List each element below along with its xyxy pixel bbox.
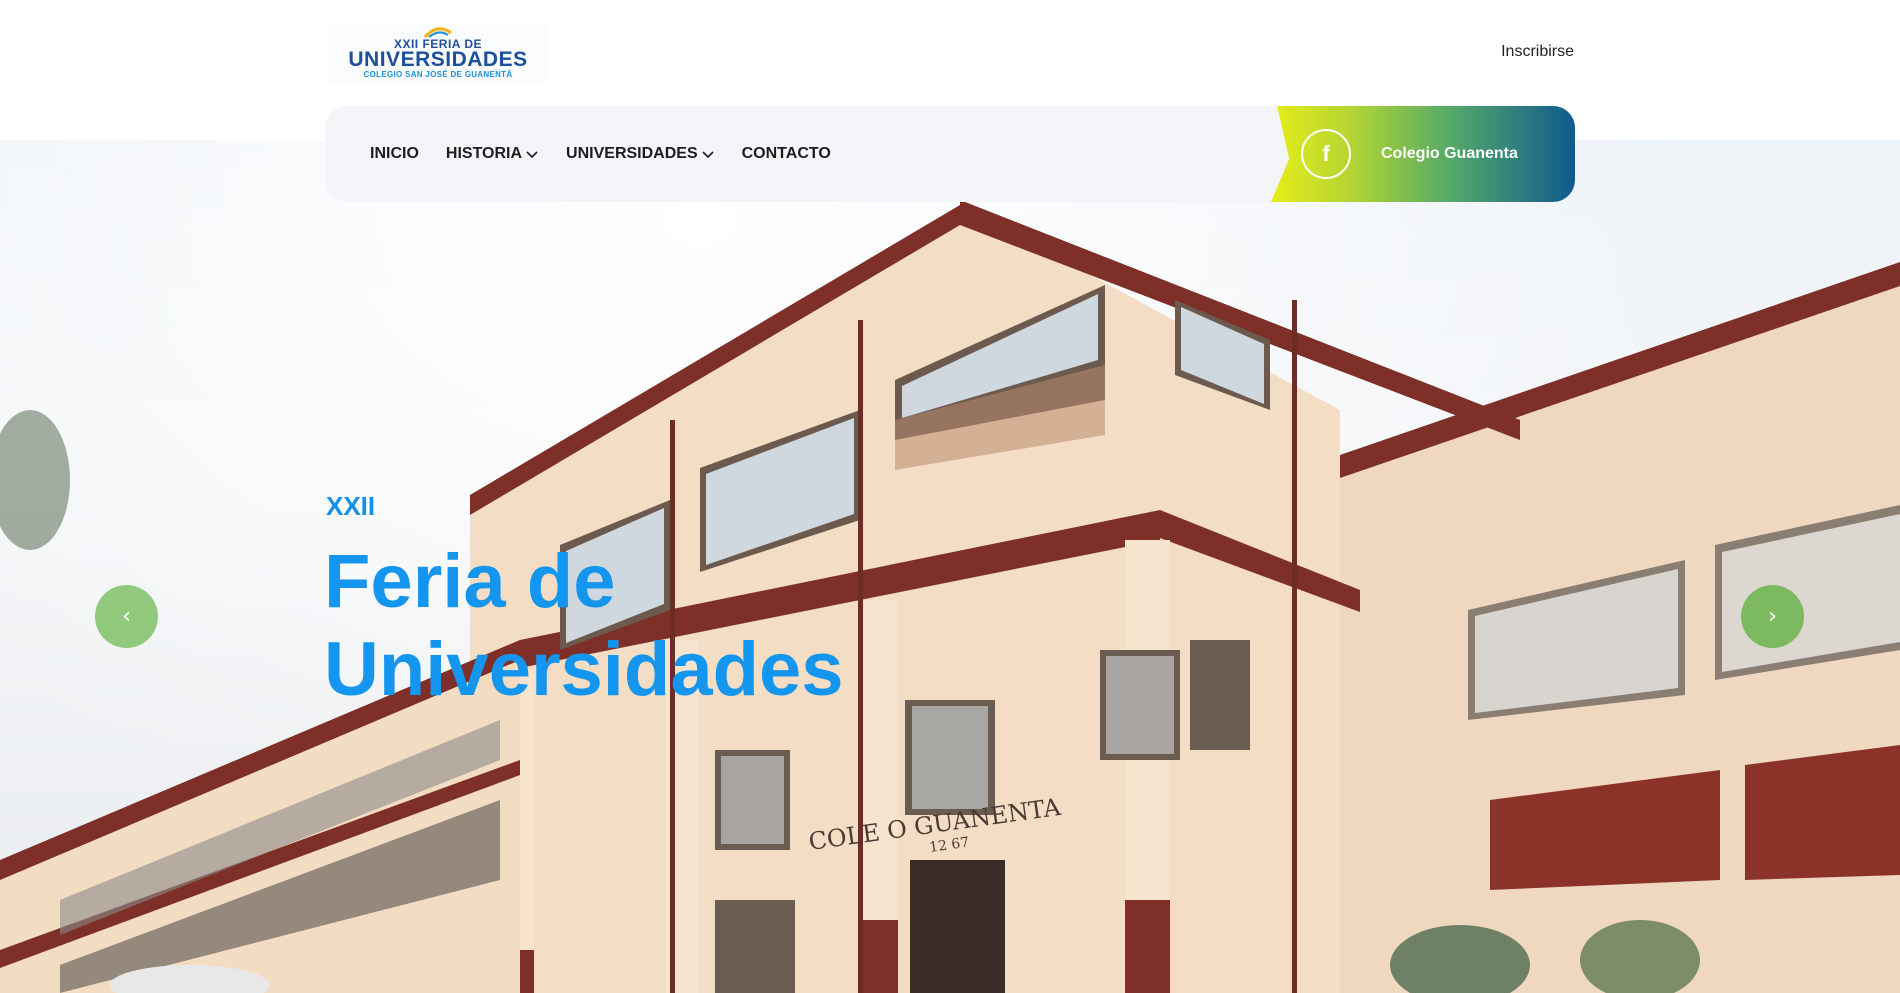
slider-next-button[interactable]: › <box>1741 585 1804 648</box>
site-logo[interactable]: XXII FERIA DE UNIVERSIDADES COLEGIO SAN … <box>327 24 549 82</box>
chevron-down-icon <box>702 151 714 159</box>
nav-item-label: HISTORIA <box>445 145 523 162</box>
facebook-link[interactable]: f Colegio Guanenta <box>1271 106 1575 202</box>
signup-link[interactable]: Inscribirse <box>1501 43 1574 61</box>
hero-kicker: XXII <box>326 491 376 521</box>
facebook-icon: f <box>1301 129 1351 179</box>
nav-item-historia[interactable]: HISTORIA <box>446 145 539 163</box>
building-photo: COLE O GUANENTA 12 67 <box>0 200 1900 993</box>
logo-line-2: UNIVERSIDADES <box>348 48 528 71</box>
chevron-down-icon <box>526 151 538 159</box>
nav-item-contacto[interactable]: CONTACTO <box>742 145 831 163</box>
logo-line-3: COLEGIO SAN JOSÉ DE GUANENTÁ <box>363 70 513 79</box>
nav-item-universidades[interactable]: UNIVERSIDADES <box>566 145 715 163</box>
hero-background-image: COLE O GUANENTA 12 67 <box>0 140 1900 993</box>
slider-prev-button[interactable]: ‹ <box>95 585 158 648</box>
chevron-right-icon: › <box>1768 604 1777 629</box>
nav-menu: INICIO HISTORIA UNIVERSIDADES CONTACTO <box>370 145 858 163</box>
main-navbar: INICIO HISTORIA UNIVERSIDADES CONTACTO f… <box>325 106 1575 202</box>
nav-item-label: INICIO <box>370 145 419 162</box>
hero-headline: Feria de Universidades <box>324 539 844 712</box>
nav-item-label: CONTACTO <box>741 145 831 162</box>
nav-item-inicio[interactable]: INICIO <box>370 145 419 163</box>
chevron-left-icon: ‹ <box>122 604 131 629</box>
nav-item-label: UNIVERSIDADES <box>566 145 698 162</box>
facebook-label: Colegio Guanenta <box>1381 145 1518 162</box>
